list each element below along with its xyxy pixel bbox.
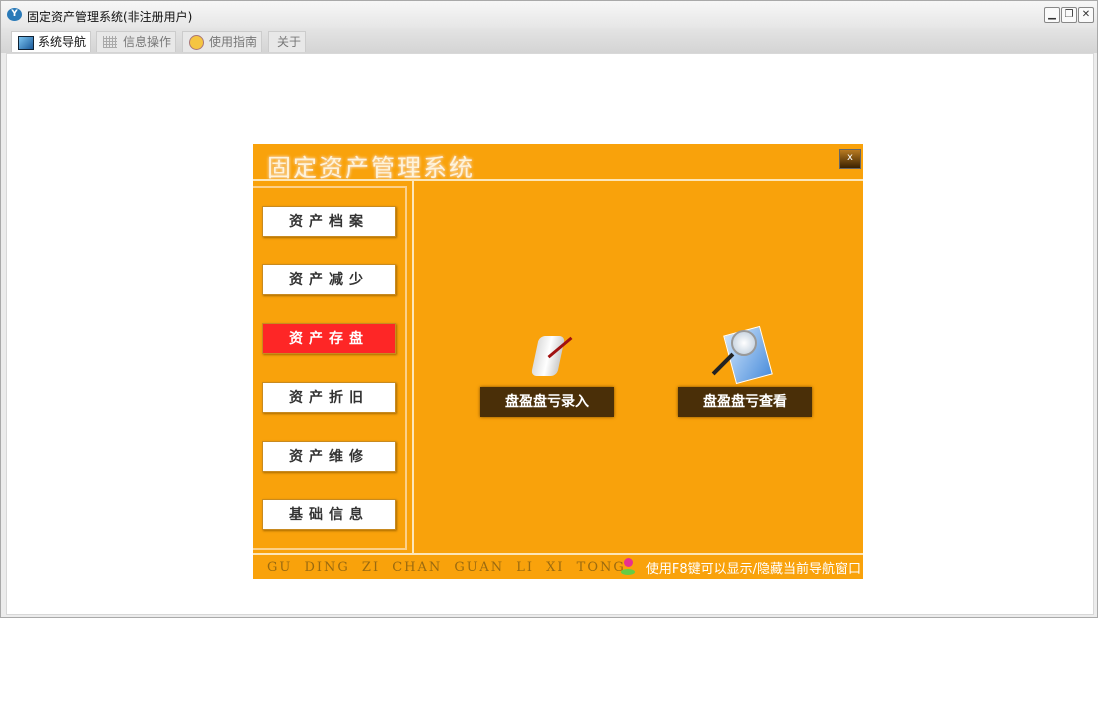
nav-asset-depreciation[interactable]: 资产折旧 <box>262 382 396 413</box>
panel-title: 固定资产管理系统 <box>267 154 475 182</box>
window-title: 固定资产管理系统(非注册用户) <box>27 10 193 24</box>
nav-asset-inventory[interactable]: 资产存盘 <box>262 323 396 354</box>
magnifier-document-icon[interactable] <box>709 325 773 385</box>
nav-basic-info[interactable]: 基础信息 <box>262 499 396 530</box>
tab-navigation[interactable]: 系统导航 <box>11 31 91 52</box>
tab-label: 使用指南 <box>209 35 258 49</box>
divider <box>253 179 863 181</box>
panel-close-button[interactable]: x <box>839 149 861 169</box>
nav-asset-archive[interactable]: 资产档案 <box>262 206 396 237</box>
title-bar: Y 固定资产管理系统(非注册用户) ▁ ❐ ✕ <box>1 1 1097 28</box>
help-icon <box>189 35 204 50</box>
restore-button[interactable]: ❐ <box>1061 7 1077 23</box>
grid-icon <box>103 36 117 48</box>
tab-label: 信息操作 <box>123 35 172 49</box>
tab-label: 关于 <box>277 35 302 49</box>
tab-guide[interactable]: 使用指南 <box>182 31 262 52</box>
nav-frame <box>253 186 407 550</box>
pin-icon <box>621 558 635 576</box>
footer-pinyin: GU DING ZI CHAN GUAN LI XI TONG <box>267 560 626 575</box>
nav-asset-repair[interactable]: 资产维修 <box>262 441 396 472</box>
divider <box>412 181 414 553</box>
minimize-button[interactable]: ▁ <box>1044 7 1060 23</box>
footer-tip: 使用F8键可以显示/隐藏当前导航窗口 <box>645 562 861 577</box>
tab-label: 系统导航 <box>38 35 87 49</box>
inventory-view-button[interactable]: 盘盈盘亏查看 <box>678 387 812 417</box>
app-logo-icon: Y <box>7 8 22 21</box>
inventory-entry-button[interactable]: 盘盈盘亏录入 <box>480 387 614 417</box>
tab-info-operation[interactable]: 信息操作 <box>96 31 176 52</box>
monitor-icon <box>18 36 34 50</box>
close-button[interactable]: ✕ <box>1078 7 1094 23</box>
tab-bar: 系统导航 信息操作 使用指南 关于 <box>1 28 1097 53</box>
tab-about[interactable]: 关于 <box>268 31 306 52</box>
scroll-pen-icon[interactable] <box>530 332 573 380</box>
divider <box>253 553 863 555</box>
navigation-panel: 固定资产管理系统 x 资产档案 资产减少 资产存盘 资产折旧 资产维修 基础信息… <box>253 144 863 579</box>
nav-asset-reduce[interactable]: 资产减少 <box>262 264 396 295</box>
